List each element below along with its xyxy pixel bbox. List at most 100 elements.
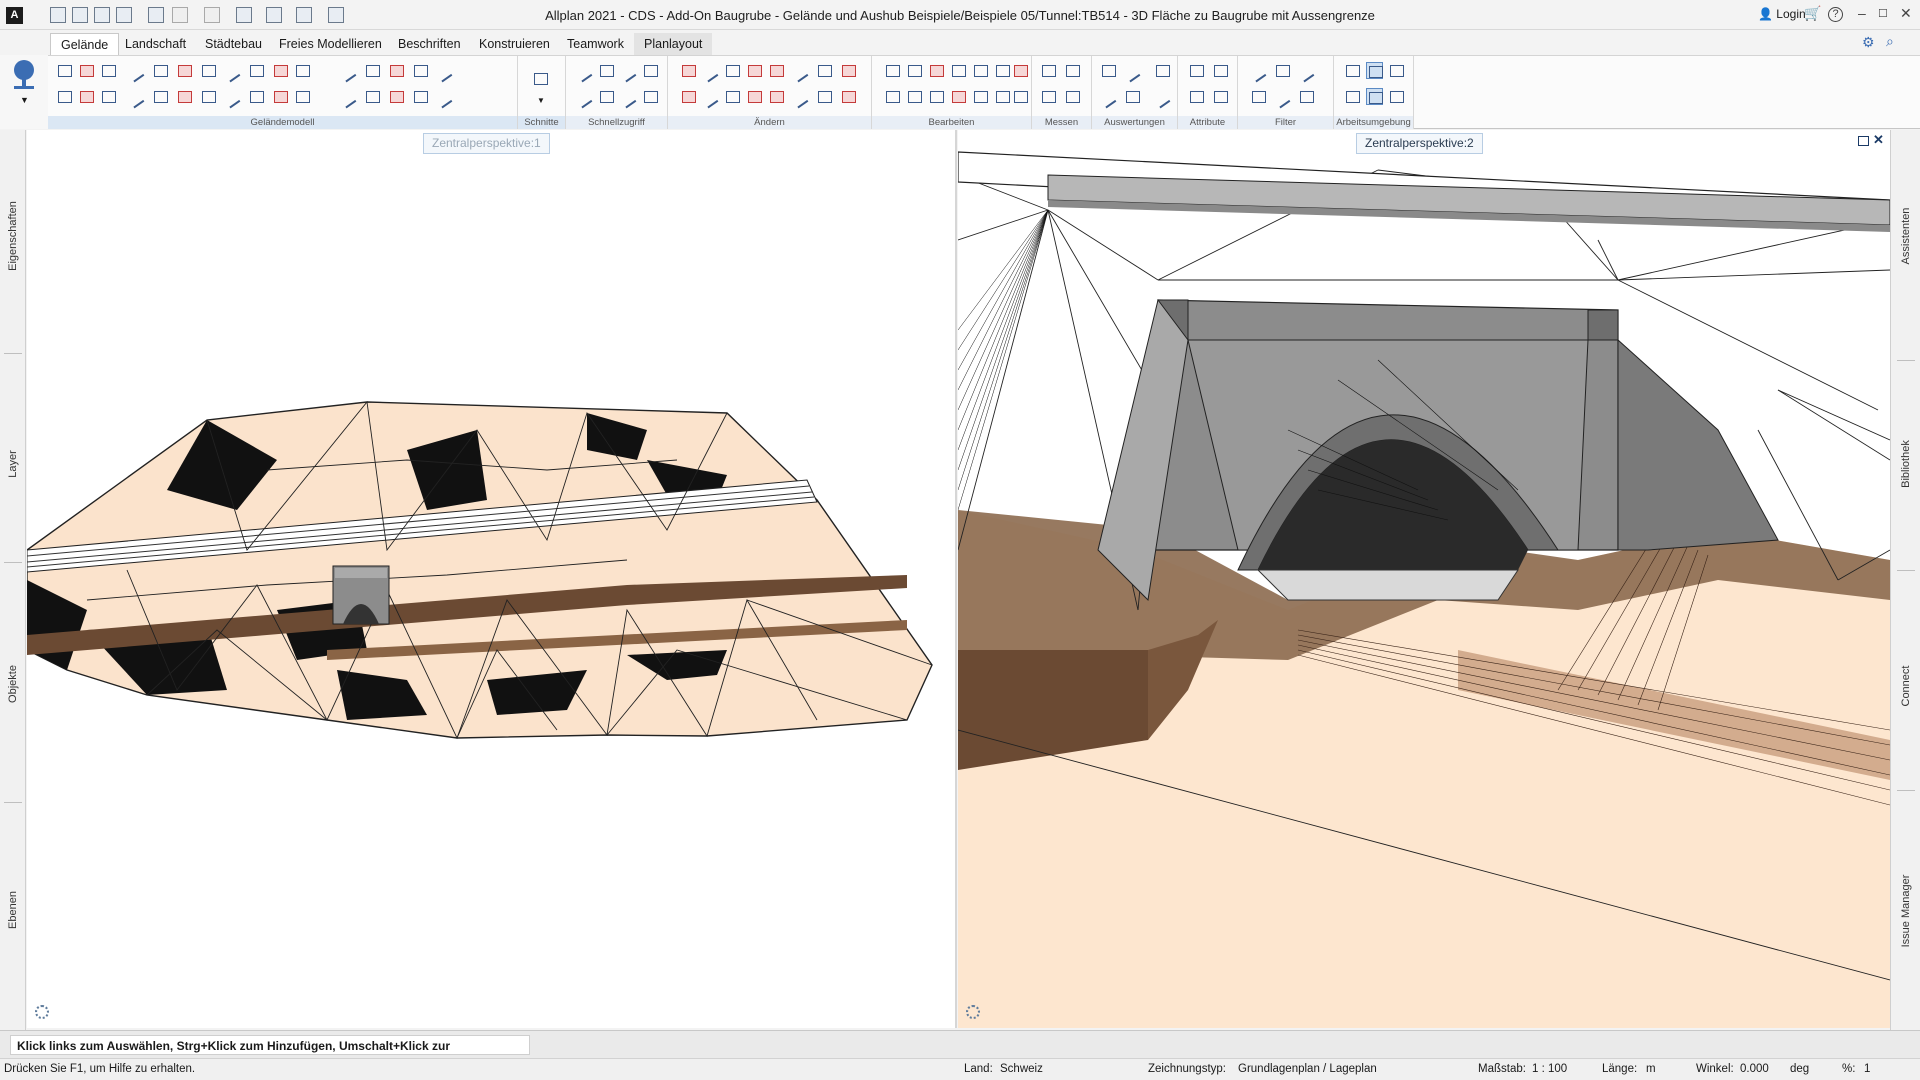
- status-drawing-type-value[interactable]: Grundlagenplan / Lageplan: [1238, 1063, 1377, 1075]
- section-icon[interactable]: [532, 70, 549, 87]
- tool-icon[interactable]: [928, 62, 945, 79]
- panel-tab-objekte[interactable]: Objekte: [7, 614, 19, 754]
- tool-icon[interactable]: [200, 62, 217, 79]
- tool-icon[interactable]: [724, 62, 741, 79]
- tool-icon[interactable]: [1100, 62, 1117, 79]
- tab-konstruieren[interactable]: Konstruieren: [469, 33, 560, 55]
- tool-icon[interactable]: [884, 62, 901, 79]
- tab-teamwork[interactable]: Teamwork: [557, 33, 634, 55]
- tool-icon[interactable]: [128, 62, 145, 79]
- tool-icon[interactable]: [412, 62, 429, 79]
- tool-icon[interactable]: [906, 62, 923, 79]
- tool-icon[interactable]: [1366, 62, 1383, 79]
- tool-icon[interactable]: [680, 62, 697, 79]
- chevron-down-icon[interactable]: ▼: [20, 95, 29, 105]
- cart-icon[interactable]: 🛒: [1804, 5, 1821, 22]
- tool-icon[interactable]: [56, 62, 73, 79]
- tool-icon[interactable]: [792, 62, 809, 79]
- viewport-title[interactable]: Zentralperspektive:2: [1356, 133, 1483, 154]
- tool-icon[interactable]: [950, 62, 967, 79]
- panel-tab-layer[interactable]: Layer: [7, 394, 19, 534]
- tool-icon[interactable]: [100, 62, 117, 79]
- maximize-viewport-icon[interactable]: [1858, 136, 1869, 146]
- tool-icon[interactable]: [746, 62, 763, 79]
- tool-icon[interactable]: [816, 62, 833, 79]
- tool-icon[interactable]: [100, 88, 117, 105]
- tool-icon[interactable]: [746, 88, 763, 105]
- tool-icon[interactable]: [412, 88, 429, 105]
- login-button[interactable]: 👤 Login: [1758, 7, 1806, 21]
- chevron-down-icon[interactable]: ▼: [537, 96, 545, 105]
- tool-icon[interactable]: [248, 88, 265, 105]
- tool-icon[interactable]: [680, 88, 697, 105]
- tool-icon[interactable]: [294, 62, 311, 79]
- viewport-2[interactable]: Zentralperspektive:2 ✕: [958, 130, 1890, 1028]
- tool-icon[interactable]: [1064, 88, 1081, 105]
- tool-icon[interactable]: [248, 62, 265, 79]
- tool-icon[interactable]: [906, 88, 923, 105]
- tool-icon[interactable]: [840, 62, 857, 79]
- tool-icon[interactable]: [388, 62, 405, 79]
- layout-icon[interactable]: [296, 7, 312, 23]
- tool-icon[interactable]: [1154, 62, 1171, 79]
- tool-icon[interactable]: [1040, 88, 1057, 105]
- open-file-icon[interactable]: [72, 7, 88, 23]
- tool-icon[interactable]: [1344, 88, 1361, 105]
- panel-tab-connect[interactable]: Connect: [1900, 616, 1912, 756]
- viewport-title[interactable]: Zentralperspektive:1: [423, 133, 550, 154]
- tool-icon[interactable]: [152, 62, 169, 79]
- gear-icon[interactable]: ⚙: [1862, 34, 1875, 51]
- tab-landschaft[interactable]: Landschaft: [115, 33, 196, 55]
- tool-icon[interactable]: [1250, 88, 1267, 105]
- tool-icon[interactable]: [364, 88, 381, 105]
- tool-icon[interactable]: [436, 62, 453, 79]
- tool-icon[interactable]: [1040, 62, 1057, 79]
- tool-icon[interactable]: [768, 62, 785, 79]
- view-settings-icon[interactable]: [35, 1005, 49, 1019]
- status-length-value[interactable]: m: [1646, 1063, 1656, 1075]
- panel-tab-ebenen[interactable]: Ebenen: [7, 840, 19, 980]
- tool-icon[interactable]: [1012, 62, 1029, 79]
- redo-icon[interactable]: [204, 7, 220, 23]
- tool-icon[interactable]: [364, 62, 381, 79]
- tool-icon[interactable]: [884, 88, 901, 105]
- tool-icon[interactable]: [176, 62, 193, 79]
- tool-icon[interactable]: [1012, 88, 1029, 105]
- tool-icon[interactable]: [200, 88, 217, 105]
- tool-icon[interactable]: [702, 88, 719, 105]
- tool-icon[interactable]: [598, 88, 615, 105]
- close-button[interactable]: ✕: [1900, 5, 1912, 22]
- tool-icon[interactable]: [340, 62, 357, 79]
- panel-tab-bibliothek[interactable]: Bibliothek: [1900, 394, 1912, 534]
- maximize-button[interactable]: ☐: [1878, 7, 1888, 20]
- tool-icon[interactable]: [224, 62, 241, 79]
- tool-icon[interactable]: [816, 88, 833, 105]
- tool-icon[interactable]: [128, 88, 145, 105]
- view-settings-icon[interactable]: [966, 1005, 980, 1019]
- tool-icon[interactable]: [1298, 88, 1315, 105]
- tool-icon[interactable]: [1344, 62, 1361, 79]
- status-scale-value[interactable]: 1 : 100: [1532, 1063, 1567, 1075]
- help-icon[interactable]: ?: [1828, 7, 1843, 22]
- tool-icon[interactable]: [1388, 88, 1405, 105]
- tool-icon[interactable]: [1124, 88, 1141, 105]
- view-icon[interactable]: [236, 7, 252, 23]
- tool-icon[interactable]: [576, 88, 593, 105]
- tool-icon[interactable]: [388, 88, 405, 105]
- tool-icon[interactable]: [294, 88, 311, 105]
- status-percent-value[interactable]: 1: [1864, 1063, 1870, 1075]
- tool-icon[interactable]: [1154, 88, 1171, 105]
- tool-icon[interactable]: [152, 88, 169, 105]
- search-icon[interactable]: ⌕: [1886, 33, 1894, 50]
- undo-icon[interactable]: [172, 7, 188, 23]
- tool-icon[interactable]: [972, 62, 989, 79]
- panel-tab-issue-manager[interactable]: Issue Manager: [1900, 841, 1912, 981]
- allplan-logo-icon[interactable]: A: [6, 7, 23, 24]
- tool-icon[interactable]: [840, 88, 857, 105]
- tool-icon[interactable]: [340, 88, 357, 105]
- tool-icon[interactable]: [56, 88, 73, 105]
- tool-icon[interactable]: [1188, 62, 1205, 79]
- settings-icon[interactable]: [266, 7, 282, 23]
- tool-icon[interactable]: [1064, 62, 1081, 79]
- tool-icon[interactable]: [576, 62, 593, 79]
